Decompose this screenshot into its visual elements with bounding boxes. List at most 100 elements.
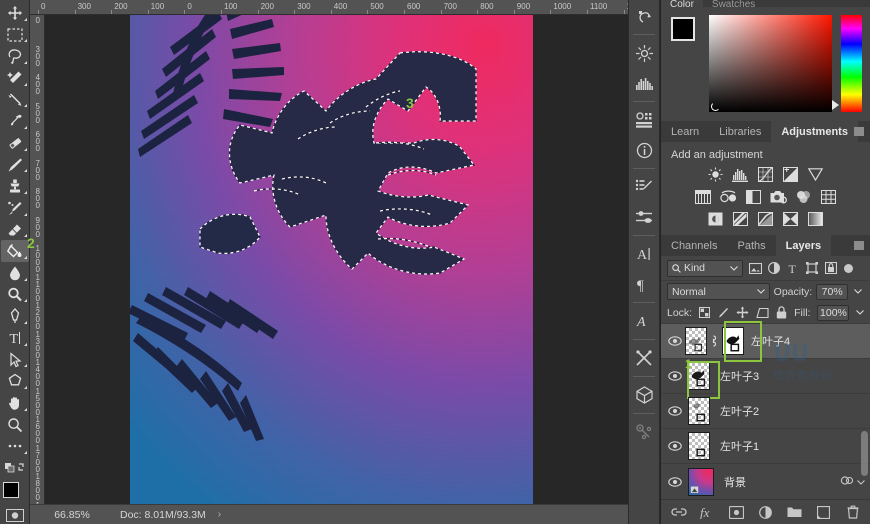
filter-adjustment-icon[interactable] <box>767 261 781 275</box>
tab-learn[interactable]: Learn <box>661 121 709 142</box>
filter-smart-object-icon[interactable] <box>824 261 838 275</box>
color-swatches[interactable] <box>1 481 29 508</box>
layer-name[interactable]: 左叶子2 <box>720 403 759 419</box>
layer-thumbnail[interactable] <box>688 397 710 425</box>
posterize-icon[interactable] <box>732 210 750 227</box>
layers-panel-menu-icon[interactable] <box>854 241 864 250</box>
hue-slider[interactable] <box>841 15 862 112</box>
foreground-color-swatch[interactable] <box>3 482 19 498</box>
channel-mixer-icon[interactable] <box>794 188 812 205</box>
color-lookup-icon[interactable] <box>819 188 837 205</box>
layer-name[interactable]: 背景 <box>724 474 746 490</box>
delete-layer-icon[interactable] <box>845 504 861 520</box>
lock-artboard-icon[interactable] <box>756 306 769 319</box>
selective-color-icon[interactable] <box>782 210 800 227</box>
opacity-value[interactable]: 70% <box>816 284 848 300</box>
tab-layers[interactable]: Layers <box>776 235 831 256</box>
layer-visibility-icon[interactable] <box>665 477 685 487</box>
lock-image-pixels-icon[interactable] <box>717 306 729 319</box>
exposure-icon[interactable] <box>782 166 800 183</box>
layer-mask-thumbnail[interactable] <box>722 327 744 355</box>
default-colors-icon[interactable] <box>1 457 29 479</box>
marquee-tool[interactable] <box>1 24 29 46</box>
fill-value[interactable]: 100% <box>817 305 849 321</box>
brightness-contrast-icon[interactable] <box>707 166 725 183</box>
layer-name[interactable]: 左叶子1 <box>720 438 759 454</box>
vertical-ruler[interactable]: 0300400500600700800900100011001200130014… <box>30 15 45 504</box>
background-lock-icon[interactable] <box>840 474 853 490</box>
layer-thumbnail[interactable] <box>685 327 707 355</box>
adjustments-panel-menu-icon[interactable] <box>854 127 864 136</box>
history-icon[interactable] <box>629 1 659 31</box>
character-icon[interactable]: A <box>629 239 659 269</box>
tab-paths[interactable]: Paths <box>727 235 775 256</box>
brushes-icon[interactable] <box>629 202 659 232</box>
histogram-icon[interactable] <box>629 68 659 98</box>
canvas-area[interactable]: 3 <box>45 15 628 504</box>
layer-visibility-icon[interactable] <box>665 406 685 416</box>
table-row[interactable]: 左叶子3 1 <box>661 359 870 394</box>
properties-icon[interactable] <box>629 105 659 135</box>
color-balance-icon[interactable] <box>719 188 737 205</box>
black-white-icon[interactable] <box>744 188 762 205</box>
tool-presets-icon[interactable] <box>629 343 659 373</box>
zoom-tool[interactable] <box>1 414 29 436</box>
table-row[interactable]: 左叶子2 <box>661 394 870 429</box>
tab-channels[interactable]: Channels <box>661 235 727 256</box>
layer-thumbnail[interactable] <box>688 432 710 460</box>
vibrance-icon[interactable] <box>807 166 825 183</box>
lasso-tool[interactable] <box>1 45 29 67</box>
filter-pixel-icon[interactable] <box>748 261 762 275</box>
move-tool[interactable] <box>1 2 29 24</box>
brush-settings-icon[interactable] <box>629 172 659 202</box>
pen-tool[interactable] <box>1 305 29 327</box>
quick-mask-button[interactable] <box>2 508 28 524</box>
mask-link-icon[interactable] <box>707 335 719 347</box>
photo-filter-icon[interactable] <box>769 188 787 205</box>
fill-chevron-down-icon[interactable] <box>856 305 864 321</box>
lock-all-icon[interactable] <box>776 306 787 319</box>
shape-tool[interactable] <box>1 370 29 392</box>
blur-tool[interactable] <box>1 262 29 284</box>
type-tool[interactable]: T <box>1 327 29 349</box>
color-panel-foreground-swatch[interactable] <box>671 17 695 41</box>
link-layers-icon[interactable] <box>671 504 687 520</box>
tab-swatches[interactable]: Swatches <box>703 0 764 7</box>
background-expand-chevron-down-icon[interactable] <box>857 476 865 488</box>
edit-toolbar-button[interactable] <box>1 435 29 457</box>
history-brush-tool[interactable] <box>1 197 29 219</box>
tab-libraries[interactable]: Libraries <box>709 121 771 142</box>
eraser-tool[interactable] <box>1 219 29 241</box>
quick-selection-tool[interactable] <box>1 67 29 89</box>
tab-adjustments[interactable]: Adjustments <box>771 121 858 142</box>
timeline-icon[interactable] <box>629 417 659 447</box>
filter-shape-icon[interactable] <box>805 261 819 275</box>
clone-stamp-tool[interactable] <box>1 175 29 197</box>
lock-position-icon[interactable] <box>736 306 749 319</box>
table-row[interactable]: 左叶子1 <box>661 429 870 464</box>
layer-visibility-icon[interactable] <box>665 441 685 451</box>
paragraph-icon[interactable]: ¶ <box>629 269 659 299</box>
path-selection-tool[interactable] <box>1 349 29 371</box>
character-styles-icon[interactable]: A <box>629 306 659 336</box>
hand-tool[interactable] <box>1 392 29 414</box>
new-layer-icon[interactable] <box>816 504 832 520</box>
new-group-icon[interactable] <box>787 504 803 520</box>
artboard[interactable]: 3 <box>130 15 533 504</box>
layer-thumbnail[interactable] <box>688 468 714 496</box>
eyedropper-tool[interactable] <box>1 110 29 132</box>
healing-brush-tool[interactable] <box>1 132 29 154</box>
color-panel-swatches[interactable] <box>669 15 707 55</box>
hue-saturation-icon[interactable] <box>694 188 712 205</box>
dodge-tool[interactable] <box>1 284 29 306</box>
table-row[interactable]: 背景 <box>661 464 870 499</box>
blend-mode-select[interactable]: Normal <box>667 283 770 300</box>
gradient-map-icon[interactable] <box>807 210 825 227</box>
invert-icon[interactable] <box>707 210 725 227</box>
status-expand-arrow[interactable]: › <box>218 509 221 520</box>
horizontal-ruler[interactable]: 0300200100010020030040050060070080090010… <box>30 0 628 15</box>
curves-icon[interactable] <box>757 166 775 183</box>
filter-type-icon[interactable]: T <box>786 261 800 275</box>
layer-name[interactable]: 左叶子3 <box>720 368 759 384</box>
layer-name[interactable]: 左叶子4 <box>751 333 790 349</box>
